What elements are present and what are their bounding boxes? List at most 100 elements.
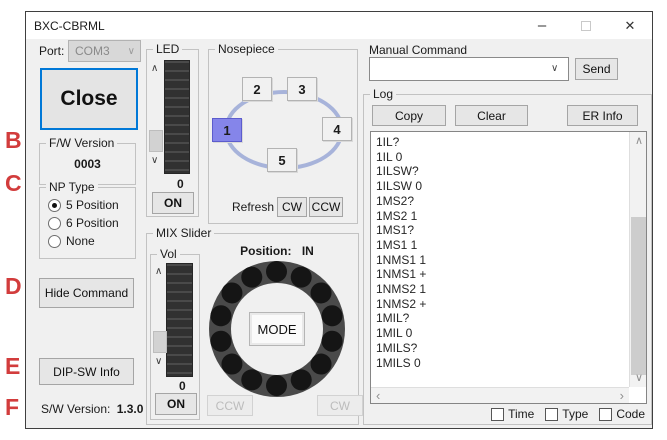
clear-button[interactable]: Clear bbox=[455, 105, 528, 126]
turret-hole-icon bbox=[266, 261, 287, 282]
sw-version-label: S/W Version: bbox=[41, 402, 110, 416]
checkbox-label: Time bbox=[508, 407, 534, 421]
nosepiece-position-5-button[interactable]: 5 bbox=[267, 148, 297, 172]
screenshot-page: A B C D E F G H I J BXC-CBRML – ✕ Port: … bbox=[0, 0, 667, 440]
log-entry[interactable]: 1IL? bbox=[376, 135, 426, 150]
radio-icon bbox=[48, 217, 61, 230]
minimize-button[interactable]: – bbox=[520, 12, 564, 39]
vertical-scroll-thumb[interactable] bbox=[631, 217, 646, 375]
dip-sw-info-button[interactable]: DIP-SW Info bbox=[39, 358, 134, 385]
annotation-letter-b: B bbox=[5, 129, 22, 152]
fw-version-value: 0003 bbox=[40, 157, 135, 171]
log-entry[interactable]: 1MIL? bbox=[376, 311, 426, 326]
turret-hole-icon bbox=[266, 375, 287, 396]
refresh-label[interactable]: Refresh bbox=[232, 200, 274, 214]
checkbox-label: Code bbox=[616, 407, 645, 421]
chevron-down-icon: ∨ bbox=[128, 46, 140, 57]
turret-hole-icon bbox=[208, 303, 233, 328]
minimize-icon: – bbox=[538, 17, 546, 34]
turret-hole-icon bbox=[319, 329, 344, 354]
mode-button[interactable]: MODE bbox=[249, 312, 305, 346]
vol-slider-up-icon[interactable]: ∧ bbox=[155, 267, 162, 277]
log-entry[interactable]: 1NMS2 + bbox=[376, 297, 426, 312]
er-info-button[interactable]: ER Info bbox=[567, 105, 638, 126]
led-on-button[interactable]: ON bbox=[152, 192, 194, 214]
manual-command-label: Manual Command bbox=[369, 43, 467, 57]
log-horizontal-scrollbar[interactable]: ‹ › bbox=[371, 387, 629, 403]
annotation-letter-e: E bbox=[5, 355, 20, 378]
title-bar: BXC-CBRML – ✕ bbox=[26, 12, 652, 39]
radio-label: 5 Position bbox=[66, 198, 119, 212]
manual-command-dropdown-icon[interactable]: ∨ bbox=[551, 63, 558, 74]
nosepiece-position-1-button[interactable]: 1 bbox=[212, 118, 242, 142]
log-entry[interactable]: 1MS2? bbox=[376, 194, 426, 209]
vol-slider-thumb[interactable] bbox=[153, 331, 167, 353]
manual-command-input[interactable] bbox=[369, 57, 569, 81]
log-entry[interactable]: 1IL 0 bbox=[376, 150, 426, 165]
dial-ccw-button[interactable]: CCW bbox=[207, 395, 253, 416]
close-window-button[interactable]: ✕ bbox=[608, 12, 652, 39]
maximize-button[interactable] bbox=[564, 12, 608, 39]
log-entry[interactable]: 1NMS2 1 bbox=[376, 282, 426, 297]
turret-hole-icon bbox=[208, 329, 233, 354]
mix-slider-label: MIX Slider bbox=[153, 226, 214, 240]
nosepiece-cw-button[interactable]: CW bbox=[277, 197, 307, 217]
led-slider-thumb[interactable] bbox=[149, 130, 163, 152]
port-combobox[interactable]: COM3 ∨ bbox=[68, 40, 141, 62]
nosepiece-position-3-button[interactable]: 3 bbox=[287, 77, 317, 101]
log-listbox[interactable]: 1IL? 1IL 0 1ILSW? 1ILSW 0 1MS2? 1MS2 1 1… bbox=[370, 131, 647, 404]
log-entry[interactable]: 1ILSW 0 bbox=[376, 179, 426, 194]
np-radio-6-position[interactable]: 6 Position bbox=[48, 215, 119, 231]
position-value: IN bbox=[302, 244, 314, 258]
log-entry[interactable]: 1ILSW? bbox=[376, 164, 426, 179]
type-checkbox-item[interactable]: Type bbox=[545, 407, 588, 421]
radio-label: None bbox=[66, 234, 95, 248]
np-radio-5-position[interactable]: 5 Position bbox=[48, 197, 119, 213]
port-label: Port: bbox=[39, 44, 64, 58]
copy-button[interactable]: Copy bbox=[372, 105, 446, 126]
port-value: COM3 bbox=[75, 44, 110, 58]
checkbox-icon bbox=[491, 408, 504, 421]
close-button[interactable]: Close bbox=[40, 68, 138, 130]
np-radio-none[interactable]: None bbox=[48, 233, 95, 249]
turret-hole-icon bbox=[319, 303, 344, 328]
hide-command-button[interactable]: Hide Command bbox=[39, 278, 134, 308]
log-entry[interactable]: 1MIL 0 bbox=[376, 326, 426, 341]
scroll-up-icon[interactable]: ∧ bbox=[635, 136, 643, 147]
annotation-letter-c: C bbox=[5, 172, 22, 195]
log-entry[interactable]: 1MS1 1 bbox=[376, 238, 426, 253]
code-checkbox-item[interactable]: Code bbox=[599, 407, 645, 421]
log-options-row: Time Type Code bbox=[364, 406, 653, 422]
log-entry[interactable]: 1MS2 1 bbox=[376, 209, 426, 224]
checkbox-icon bbox=[545, 408, 558, 421]
nosepiece-position-2-button[interactable]: 2 bbox=[242, 77, 272, 101]
nosepiece-position-4-button[interactable]: 4 bbox=[322, 117, 352, 141]
log-entry[interactable]: 1NMS1 1 bbox=[376, 253, 426, 268]
nosepiece-ccw-button[interactable]: CCW bbox=[309, 197, 343, 217]
dial-cw-button[interactable]: CW bbox=[317, 395, 363, 416]
mix-slider-group: MIX Slider Vol ∧ ∨ 0 ON Position: IN bbox=[146, 233, 359, 425]
scroll-right-icon[interactable]: › bbox=[620, 390, 624, 401]
log-entries: 1IL? 1IL 0 1ILSW? 1ILSW 0 1MS2? 1MS2 1 1… bbox=[376, 135, 426, 370]
app-window: BXC-CBRML – ✕ Port: COM3 ∨ Close F/W Ver… bbox=[25, 11, 653, 429]
send-button[interactable]: Send bbox=[575, 58, 618, 80]
vol-on-button[interactable]: ON bbox=[155, 393, 197, 415]
log-entry[interactable]: 1MILS 0 bbox=[376, 356, 426, 371]
scroll-down-icon[interactable]: ∨ bbox=[635, 373, 643, 384]
log-entry[interactable]: 1NMS1 + bbox=[376, 267, 426, 282]
window-controls: – ✕ bbox=[520, 12, 652, 39]
log-entry[interactable]: 1MS1? bbox=[376, 223, 426, 238]
sw-version-value: 1.3.0 bbox=[117, 402, 144, 416]
vol-slider-down-icon[interactable]: ∨ bbox=[155, 357, 162, 367]
led-slider-up-icon[interactable]: ∧ bbox=[151, 64, 158, 74]
radio-icon bbox=[48, 235, 61, 248]
vol-label: Vol bbox=[157, 247, 180, 261]
log-entry[interactable]: 1MILS? bbox=[376, 341, 426, 356]
maximize-icon bbox=[581, 21, 591, 31]
window-title: BXC-CBRML bbox=[26, 19, 105, 33]
led-slider-down-icon[interactable]: ∨ bbox=[151, 156, 158, 166]
scroll-left-icon[interactable]: ‹ bbox=[376, 390, 380, 401]
log-vertical-scrollbar[interactable]: ∧ ∨ bbox=[629, 132, 646, 387]
time-checkbox-item[interactable]: Time bbox=[491, 407, 534, 421]
checkbox-icon bbox=[599, 408, 612, 421]
